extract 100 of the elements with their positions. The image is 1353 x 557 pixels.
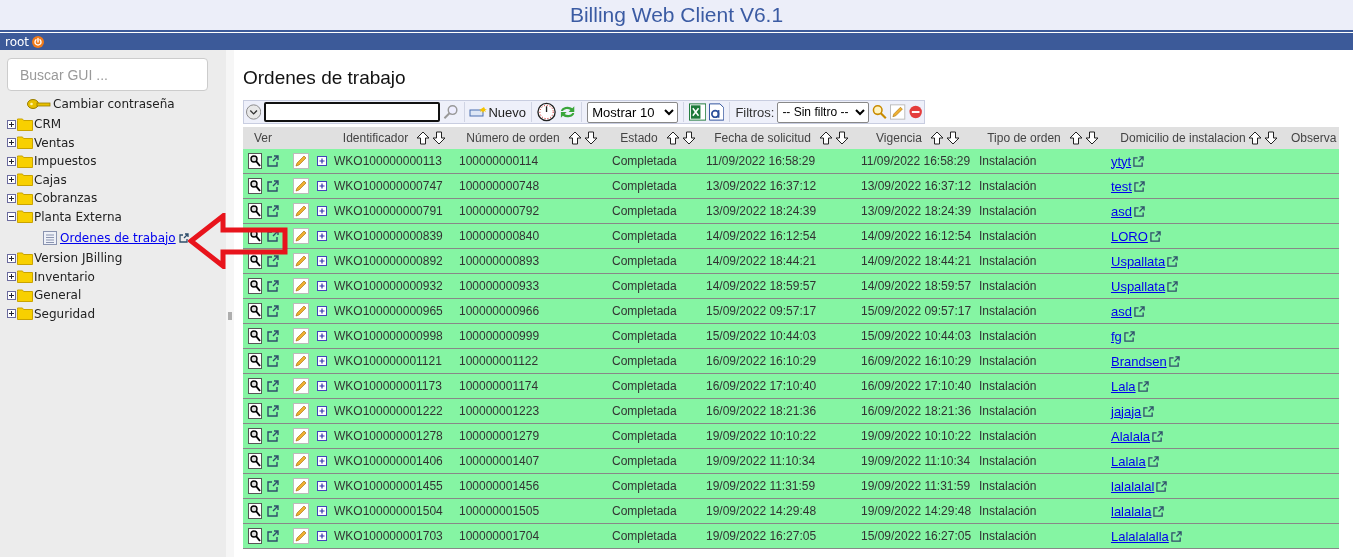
external-link-icon[interactable] [1170, 530, 1182, 542]
search-input[interactable] [264, 102, 441, 122]
external-link-icon[interactable] [1123, 330, 1135, 342]
change-password-link[interactable]: Cambiar contraseña [53, 97, 175, 111]
external-link-icon[interactable] [1137, 380, 1149, 392]
expand-icon[interactable] [317, 506, 327, 516]
table-row[interactable]: WKO100000001504 100000001505 Completada 19/09/2022 14:29:48 19/09/2022 14:29:48 Instalación lalalala [243, 499, 1339, 524]
external-link-icon[interactable] [1167, 255, 1179, 267]
column-header[interactable]: Identificador [342, 131, 409, 145]
expand-icon[interactable] [317, 531, 327, 541]
new-button[interactable]: Nuevo [469, 104, 527, 120]
filter-select[interactable]: -- Sin filtro -- [777, 101, 870, 123]
tree-item[interactable]: General [34, 288, 82, 303]
expand-icon[interactable] [7, 175, 16, 185]
expand-icon[interactable] [317, 256, 327, 266]
expand-icon[interactable] [317, 481, 327, 491]
table-row[interactable]: WKO100000000839 100000000840 Completada 14/09/2022 16:12:54 14/09/2022 16:12:54 Instalación LORO [243, 224, 1339, 249]
address-link[interactable]: test [1111, 178, 1132, 194]
address-link[interactable]: Uspallata [1111, 278, 1166, 294]
external-link-icon[interactable] [1133, 180, 1145, 192]
address-link[interactable]: Lala [1111, 378, 1136, 394]
tree-item[interactable]: Version JBilling [34, 251, 123, 266]
expand-icon[interactable] [7, 290, 16, 300]
remove-icon[interactable] [908, 105, 922, 119]
external-link-icon[interactable] [178, 232, 189, 243]
column-header[interactable]: Observa [1291, 131, 1337, 145]
clock-icon[interactable] [537, 102, 557, 122]
sort-arrows-icon[interactable] [1247, 131, 1278, 145]
pencil-icon[interactable] [293, 503, 309, 519]
expand-icon[interactable] [317, 231, 327, 241]
pencil-icon[interactable] [293, 303, 309, 319]
external-link-icon[interactable] [1143, 405, 1155, 417]
external-link-icon[interactable] [1153, 505, 1165, 517]
address-link[interactable]: lalalala [1111, 503, 1152, 519]
pencil-icon[interactable] [293, 528, 309, 544]
address-link[interactable]: fg [1111, 328, 1122, 344]
address-link[interactable]: Lalala [1111, 453, 1146, 469]
expand-icon[interactable] [317, 156, 327, 166]
pencil-icon[interactable] [293, 428, 309, 444]
view-document-icon[interactable] [248, 403, 262, 419]
external-link-icon[interactable] [267, 305, 279, 317]
tree-item[interactable]: Planta Externa [34, 209, 122, 224]
search-field[interactable]: Buscar GUI ... [7, 58, 208, 91]
expand-icon[interactable] [317, 431, 327, 441]
external-link-icon[interactable] [267, 480, 279, 492]
external-link-icon[interactable] [267, 330, 279, 342]
collapse-icon[interactable] [7, 212, 16, 222]
view-document-icon[interactable] [248, 353, 262, 369]
external-link-icon[interactable] [1149, 230, 1161, 242]
expand-icon[interactable] [7, 193, 16, 203]
view-document-icon[interactable] [248, 503, 262, 519]
expand-icon[interactable] [7, 119, 16, 129]
expand-icon[interactable] [7, 309, 16, 319]
address-link[interactable]: jajaja [1111, 403, 1142, 419]
view-document-icon[interactable] [248, 428, 262, 444]
expand-icon[interactable] [317, 331, 327, 341]
pencil-icon[interactable] [293, 403, 309, 419]
search-icon[interactable] [872, 104, 888, 120]
tree-item[interactable]: Ventas [34, 135, 75, 150]
view-document-icon[interactable] [248, 378, 262, 394]
view-document-icon[interactable] [248, 478, 262, 494]
expand-icon[interactable] [7, 253, 16, 263]
table-row[interactable]: WKO100000000747 100000000748 Completada 13/09/2022 16:37:12 13/09/2022 16:37:12 Instalación test [243, 174, 1339, 199]
pencil-icon[interactable] [293, 153, 309, 169]
pencil-icon[interactable] [293, 228, 309, 244]
address-link[interactable]: asd [1111, 303, 1132, 319]
expand-icon[interactable] [317, 281, 327, 291]
view-document-icon[interactable] [248, 328, 262, 344]
tree-item[interactable]: Cajas [34, 172, 67, 187]
column-header[interactable]: Estado [620, 131, 658, 145]
view-document-icon[interactable] [248, 153, 262, 169]
table-row[interactable]: WKO100000000892 100000000893 Completada 14/09/2022 18:44:21 14/09/2022 18:44:21 Instalación Uspallata [243, 249, 1339, 274]
document-icon[interactable] [709, 103, 725, 121]
external-link-icon[interactable] [1168, 355, 1180, 367]
external-link-icon[interactable] [267, 380, 279, 392]
expand-icon[interactable] [317, 456, 327, 466]
external-link-icon[interactable] [1133, 205, 1145, 217]
pencil-icon[interactable] [293, 478, 309, 494]
table-row[interactable]: WKO100000001121 100000001122 Completada 16/09/2022 16:10:29 16/09/2022 16:10:29 Instalación Brandsen [243, 349, 1339, 374]
column-header[interactable]: Vigencia [876, 131, 922, 145]
column-header[interactable]: Fecha de solicitud [714, 131, 811, 145]
sort-arrows-icon[interactable] [567, 131, 598, 145]
external-link-icon[interactable] [267, 230, 279, 242]
power-icon[interactable] [32, 35, 45, 48]
pencil-icon[interactable] [293, 353, 309, 369]
view-document-icon[interactable] [248, 453, 262, 469]
dropdown-toggle-icon[interactable] [246, 104, 262, 120]
column-header[interactable]: Ver [254, 131, 272, 145]
column-header[interactable]: Domicilio de instalacion [1120, 131, 1246, 145]
pencil-icon[interactable] [293, 328, 309, 344]
sort-arrows-icon[interactable] [416, 131, 447, 145]
address-link[interactable]: LORO [1111, 228, 1148, 244]
table-row[interactable]: WKO100000000932 100000000933 Completada 14/09/2022 18:59:57 14/09/2022 18:59:57 Instalación Uspallata [243, 274, 1339, 299]
table-row[interactable]: WKO100000000113 100000000114 Completada 11/09/2022 16:58:29 11/09/2022 16:58:29 Instalación ytyt [243, 149, 1339, 174]
page-size-select[interactable]: Mostrar 10 [587, 101, 678, 123]
external-link-icon[interactable] [267, 455, 279, 467]
sort-arrows-icon[interactable] [929, 131, 960, 145]
address-link[interactable]: Uspallata [1111, 253, 1166, 269]
pencil-icon[interactable] [293, 178, 309, 194]
table-row[interactable]: WKO100000000791 100000000792 Completada 13/09/2022 18:24:39 13/09/2022 18:24:39 Instalación asd [243, 199, 1339, 224]
